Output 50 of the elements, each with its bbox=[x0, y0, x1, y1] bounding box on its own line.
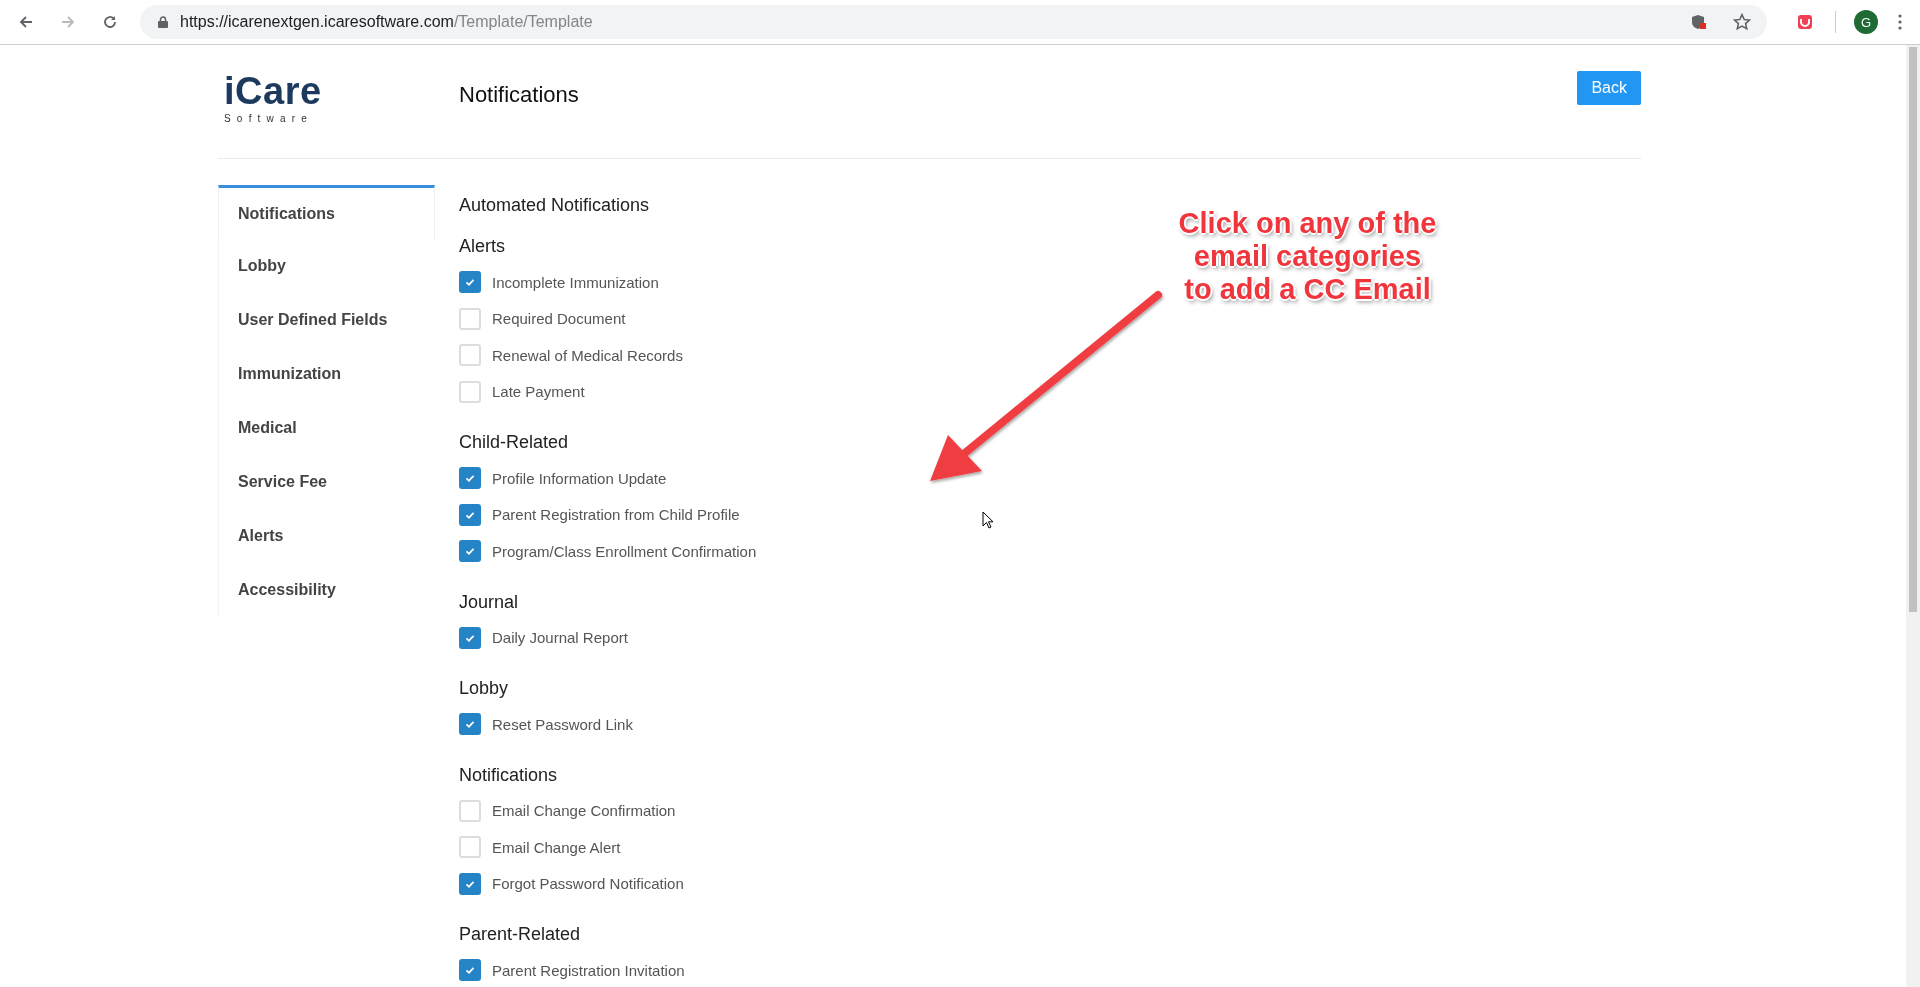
sidebar-tab[interactable]: Service Fee bbox=[218, 455, 435, 509]
checkbox[interactable] bbox=[459, 872, 481, 895]
checkbox-label[interactable]: Email Change Confirmation bbox=[492, 802, 676, 820]
reload-icon[interactable] bbox=[102, 14, 118, 30]
checkbox-label[interactable]: Parent Registration from Child Profile bbox=[492, 506, 740, 524]
checkbox-label[interactable]: Program/Class Enrollment Confirmation bbox=[492, 542, 757, 560]
url-text: https://icarenextgen.icaresoftware.com/Template/Template bbox=[180, 13, 593, 31]
category-title: Parent-Related bbox=[459, 924, 582, 945]
checkbox-label[interactable]: Email Change Alert bbox=[492, 838, 621, 856]
sidebar-tab[interactable]: Lobby bbox=[218, 239, 435, 293]
category-title: Child-Related bbox=[459, 432, 570, 453]
logo: iCare Software bbox=[224, 72, 323, 124]
sidebar-tab[interactable]: Medical bbox=[218, 401, 435, 455]
checkbox[interactable] bbox=[459, 540, 481, 563]
address-bar[interactable]: https://icarenextgen.icaresoftware.com/Template/Template bbox=[140, 5, 1767, 39]
shield-icon[interactable] bbox=[1691, 14, 1707, 30]
back-arrow-icon[interactable] bbox=[18, 14, 34, 30]
sidebar-tab[interactable]: Alerts bbox=[218, 509, 435, 563]
sidebar-tab[interactable]: User Defined Fields bbox=[218, 293, 435, 347]
category-title: Notifications bbox=[459, 764, 559, 786]
checkbox[interactable] bbox=[459, 503, 481, 526]
checkbox-label[interactable]: Reset Password Link bbox=[492, 715, 633, 733]
category-title: Lobby bbox=[459, 678, 510, 699]
sidebar-tab[interactable]: Notifications bbox=[218, 185, 435, 239]
scrollbar[interactable] bbox=[1906, 45, 1920, 987]
category-title: Journal bbox=[459, 591, 520, 613]
mouse-cursor-icon bbox=[982, 511, 994, 529]
profile-avatar[interactable]: G bbox=[1854, 10, 1878, 34]
checkbox[interactable] bbox=[459, 271, 481, 294]
checkbox-label[interactable]: Renewal of Medical Records bbox=[492, 346, 683, 364]
annotation-text: Click on any of the email categories to add a CC Email bbox=[1177, 207, 1438, 306]
checkbox-label[interactable]: Forgot Password Notification bbox=[492, 875, 684, 893]
checkbox[interactable] bbox=[459, 713, 481, 736]
checkbox-label[interactable]: Required Document bbox=[492, 310, 626, 328]
section-heading: Automated Notifications bbox=[459, 195, 651, 216]
checkbox[interactable] bbox=[459, 467, 481, 490]
checkbox[interactable] bbox=[459, 959, 481, 982]
star-icon[interactable] bbox=[1733, 13, 1751, 31]
sidebar-tab[interactable]: Immunization bbox=[218, 347, 435, 401]
sidebar-tab[interactable]: Accessibility bbox=[218, 563, 435, 617]
lock-icon bbox=[158, 16, 168, 28]
checkbox-label[interactable]: Late Payment bbox=[492, 383, 585, 401]
checkbox-label[interactable]: Parent Registration Invitation bbox=[492, 961, 685, 979]
checkbox[interactable] bbox=[459, 626, 481, 649]
menu-icon[interactable] bbox=[1898, 14, 1902, 30]
checkbox-label[interactable]: Daily Journal Report bbox=[492, 629, 628, 647]
category-title: Alerts bbox=[459, 236, 506, 257]
checkbox-label[interactable]: Profile Information Update bbox=[492, 469, 667, 487]
checkbox-label[interactable]: Incomplete Immunization bbox=[492, 273, 659, 291]
page-title: Notifications bbox=[459, 82, 579, 108]
